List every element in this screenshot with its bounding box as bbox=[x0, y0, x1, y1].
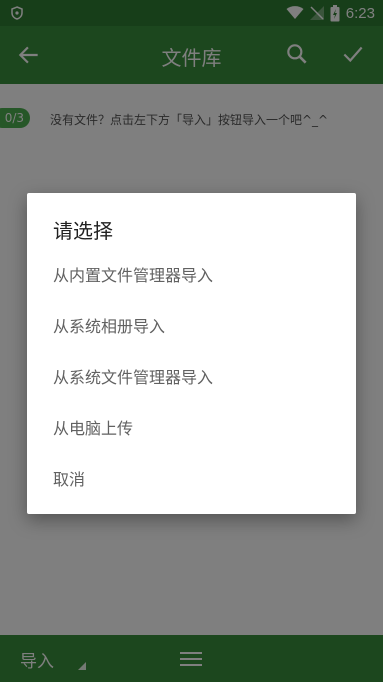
cancel-button[interactable]: 取消 bbox=[27, 454, 356, 505]
option-system-gallery[interactable]: 从系统相册导入 bbox=[27, 301, 356, 352]
option-internal-file-manager[interactable]: 从内置文件管理器导入 bbox=[27, 250, 356, 301]
import-source-dialog: 请选择 从内置文件管理器导入 从系统相册导入 从系统文件管理器导入 从电脑上传 … bbox=[27, 193, 356, 514]
dialog-title: 请选择 bbox=[53, 219, 113, 243]
option-system-file-manager[interactable]: 从系统文件管理器导入 bbox=[27, 352, 356, 403]
option-upload-from-pc[interactable]: 从电脑上传 bbox=[27, 403, 356, 454]
